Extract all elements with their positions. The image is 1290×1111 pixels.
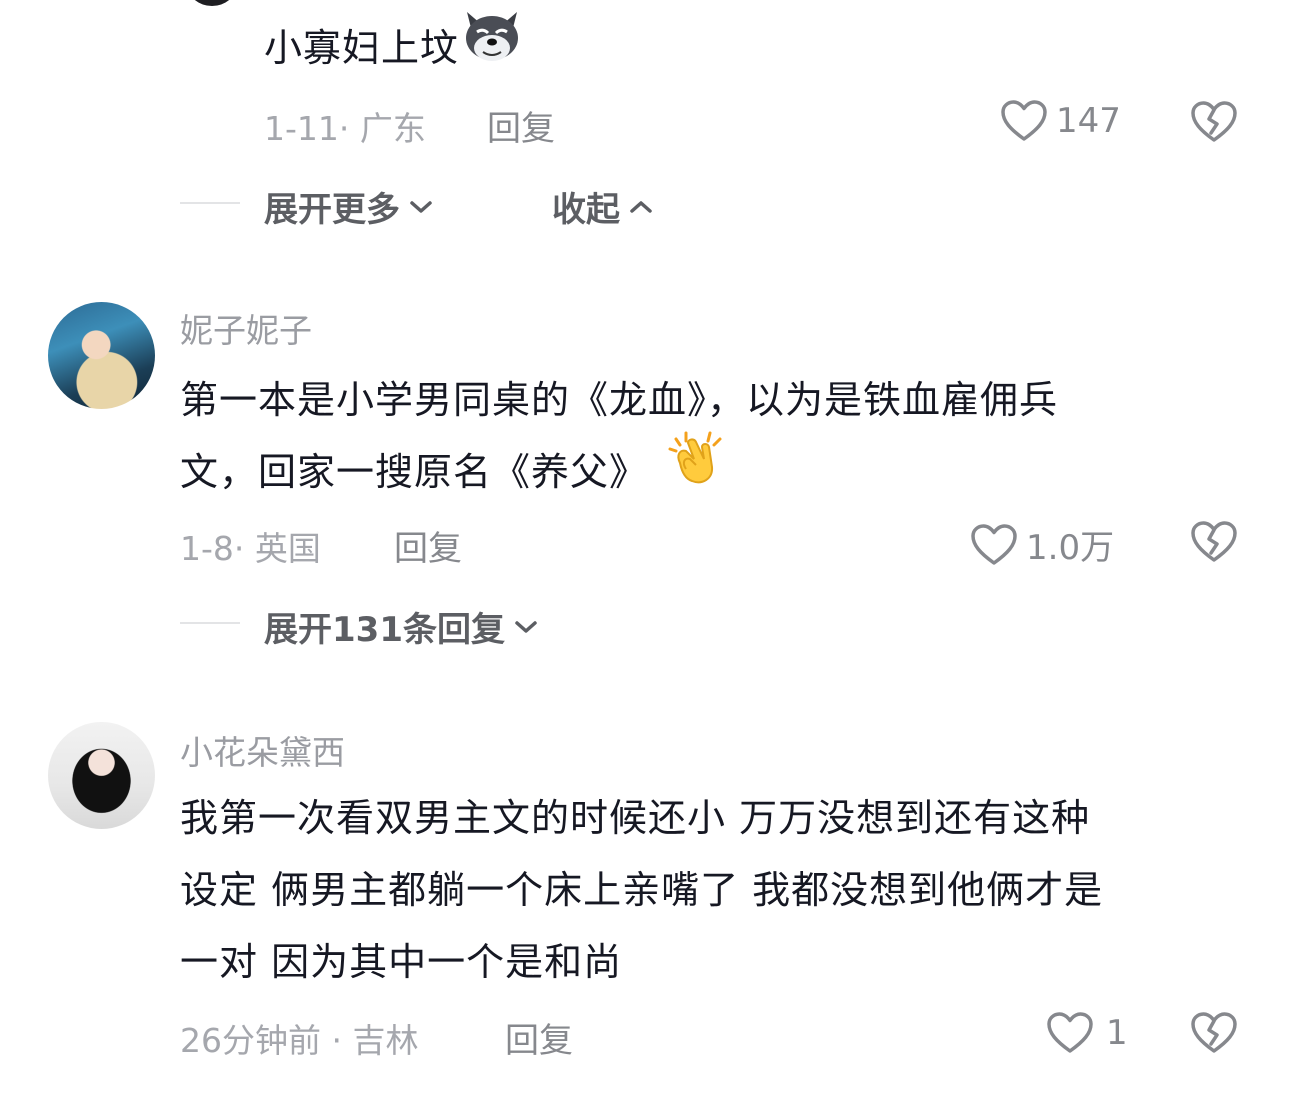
meta-separator: · — [233, 529, 245, 568]
dislike-broken-heart-icon[interactable] — [1190, 1010, 1238, 1056]
like-button[interactable]: 147 — [1000, 99, 1121, 143]
comment-line-text: 文，回家一搜原名《养父》 — [180, 450, 649, 494]
dislike-broken-heart-icon[interactable] — [1190, 99, 1238, 145]
comment-body: 小寡妇上坟 — [264, 26, 460, 70]
comment-line: 文，回家一搜原名《养父》 — [180, 431, 1240, 510]
dislike-broken-heart-icon[interactable] — [1190, 519, 1238, 565]
username[interactable]: 小花朵黛西 — [180, 726, 345, 774]
comment-date: 1-11 — [264, 109, 339, 148]
like-count: 1.0万 — [1026, 528, 1115, 568]
comment-date: 26分钟前 — [180, 1021, 321, 1060]
avatar[interactable] — [48, 302, 155, 409]
comment-date: 1-8 — [180, 529, 234, 568]
username[interactable]: 妮子妮子 — [180, 304, 312, 352]
comment-line: 一对 因为其中一个是和尚 — [180, 940, 623, 984]
clapping-hands-emoji — [666, 429, 726, 510]
like-count: 147 — [1056, 101, 1121, 141]
heart-icon — [970, 523, 1018, 567]
meta-separator: · — [331, 1021, 343, 1060]
comment-location: 广东 — [359, 109, 426, 148]
like-button[interactable]: 1.0万 — [970, 520, 1114, 569]
reply-button[interactable]: 回复 — [487, 101, 555, 150]
expand-more-button[interactable]: 展开更多 — [264, 182, 434, 231]
like-button[interactable]: 1 — [1046, 1011, 1128, 1055]
divider-line — [180, 202, 240, 204]
chevron-down-icon — [408, 197, 434, 217]
heart-icon — [1046, 1011, 1094, 1055]
collapse-label: 收起 — [552, 190, 620, 230]
divider-line — [180, 622, 240, 624]
like-count: 1 — [1106, 1013, 1128, 1053]
comment-text: 第一本是小学男同桌的《龙血》，以为是铁血雇佣兵 文，回家一搜原名《养父》 — [180, 364, 1240, 510]
expand-more-label: 展开更多 — [264, 190, 400, 230]
chevron-down-icon — [513, 617, 539, 637]
avatar[interactable] — [48, 722, 155, 829]
collapse-button[interactable]: 收起 — [552, 182, 654, 231]
comment-line: 我第一次看双男主文的时候还小 万万没想到还有这种 — [180, 796, 1091, 840]
avatar[interactable] — [188, 0, 236, 6]
comment-location: 吉林 — [352, 1021, 419, 1060]
expand-replies-button[interactable]: 展开131条回复 — [264, 602, 539, 651]
reply-button[interactable]: 回复 — [394, 521, 462, 570]
chevron-up-icon — [628, 197, 654, 217]
comment-text: 小寡妇上坟 — [264, 12, 523, 87]
comment-text: 我第一次看双男主文的时候还小 万万没想到还有这种 设定 俩男主都躺一个床上亲嘴了… — [180, 782, 1260, 998]
comment-meta: 1-11· 广东 — [264, 102, 426, 150]
heart-icon — [1000, 99, 1048, 143]
comment-line: 设定 俩男主都躺一个床上亲嘴了 我都没想到他俩才是 — [180, 868, 1104, 912]
meta-separator: · — [338, 109, 350, 148]
comment-meta: 1-8· 英国 — [180, 522, 321, 570]
comment-location: 英国 — [254, 529, 321, 568]
comment-line: 第一本是小学男同桌的《龙血》，以为是铁血雇佣兵 — [180, 378, 1059, 422]
comment-meta: 26分钟前 · 吉林 — [180, 1014, 419, 1062]
expand-replies-label: 展开131条回复 — [264, 610, 505, 650]
reply-button[interactable]: 回复 — [505, 1013, 573, 1062]
wolf-face-emoji — [461, 6, 523, 87]
